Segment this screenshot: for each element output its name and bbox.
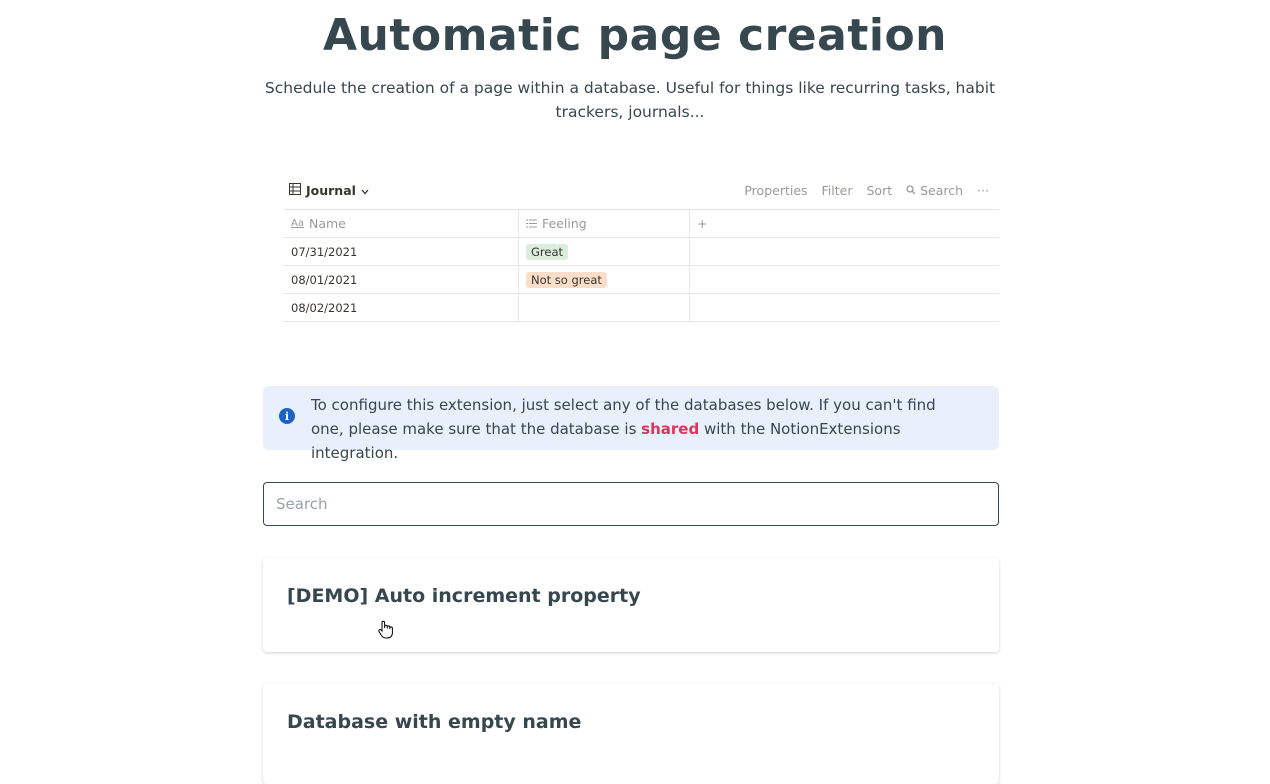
feeling-tag: Not so great bbox=[526, 271, 607, 288]
column-name: Aa Name bbox=[284, 210, 519, 237]
preview-actions: Properties Filter Sort Search ··· bbox=[744, 183, 999, 198]
preview-header: Journal Properties Filter Sort Search ··… bbox=[284, 178, 999, 210]
hand-cursor-icon bbox=[377, 620, 395, 644]
preview-db-name: Journal bbox=[306, 182, 356, 198]
list-property-icon bbox=[526, 216, 537, 231]
row-feeling: Great bbox=[519, 238, 690, 265]
table-row: 08/02/2021 bbox=[284, 294, 999, 322]
plus-icon: + bbox=[697, 216, 708, 231]
row-empty bbox=[690, 238, 999, 265]
preview-properties: Properties bbox=[744, 182, 808, 198]
feeling-tag: Great bbox=[526, 243, 569, 260]
callout-text: To configure this extension, just select… bbox=[311, 393, 971, 465]
text-property-icon: Aa bbox=[291, 218, 304, 229]
preview-search: Search bbox=[906, 183, 963, 198]
table-row: 08/01/2021 Not so great bbox=[284, 266, 999, 294]
preview-db-title: Journal bbox=[284, 182, 369, 198]
column-feeling: Feeling bbox=[519, 210, 690, 237]
page-title: Automatic page creation bbox=[322, 10, 948, 61]
search-icon bbox=[906, 185, 916, 195]
table-icon bbox=[289, 182, 301, 198]
preview-sort: Sort bbox=[866, 182, 893, 198]
row-name: 08/01/2021 bbox=[284, 266, 519, 293]
info-icon: i bbox=[279, 408, 295, 424]
shared-highlight: shared bbox=[641, 420, 700, 438]
info-callout: i To configure this extension, just sele… bbox=[263, 386, 999, 462]
database-card-title: [DEMO] Auto increment property bbox=[287, 585, 641, 607]
table-row: 07/31/2021 Great bbox=[284, 238, 999, 266]
row-feeling: Not so great bbox=[519, 266, 690, 293]
row-name: 07/31/2021 bbox=[284, 238, 519, 265]
database-preview: Journal Properties Filter Sort Search ··… bbox=[284, 178, 999, 322]
preview-search-label: Search bbox=[920, 182, 964, 198]
row-empty bbox=[690, 266, 999, 293]
row-feeling bbox=[519, 294, 690, 321]
row-name: 08/02/2021 bbox=[284, 294, 519, 321]
add-column: + bbox=[690, 210, 999, 237]
column-feeling-label: Feeling bbox=[542, 216, 587, 231]
more-icon: ··· bbox=[977, 182, 989, 198]
search-input[interactable] bbox=[263, 482, 999, 526]
database-card[interactable]: [DEMO] Auto increment property bbox=[263, 558, 999, 652]
preview-filter: Filter bbox=[821, 182, 853, 198]
preview-column-headers: Aa Name Feeling + bbox=[284, 210, 999, 238]
chevron-down-icon bbox=[361, 183, 369, 198]
column-name-label: Name bbox=[308, 216, 346, 231]
row-empty bbox=[690, 294, 999, 321]
database-card[interactable]: Database with empty name bbox=[263, 684, 999, 784]
database-card-title: Database with empty name bbox=[287, 711, 582, 733]
page-subtitle: Schedule the creation of a page within a… bbox=[264, 79, 996, 121]
